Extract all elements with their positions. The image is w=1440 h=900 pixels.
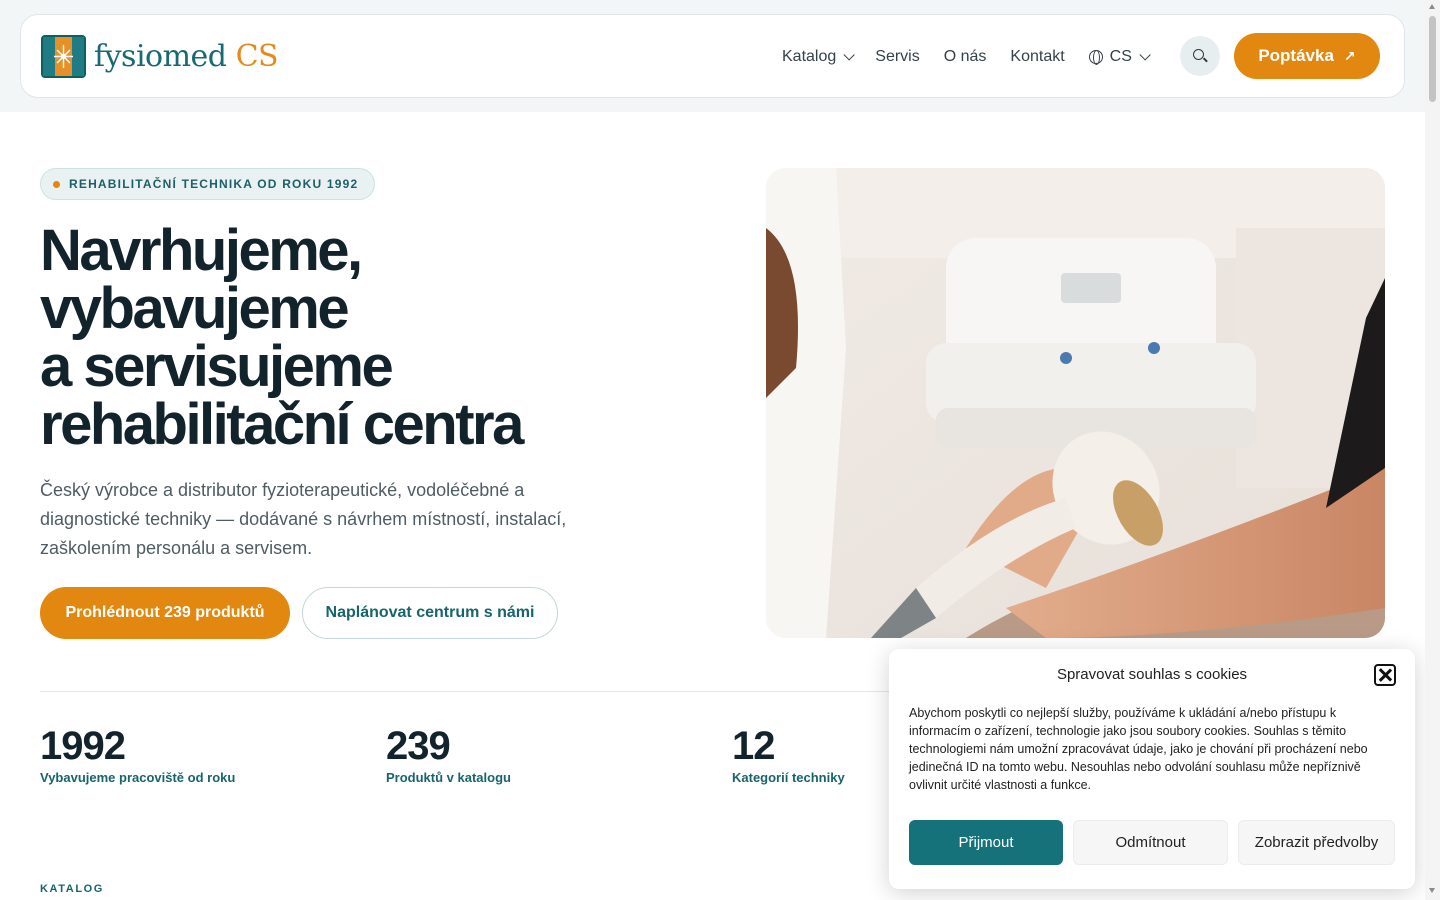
stat-value: 1992	[40, 724, 126, 768]
hero-badge: REHABILITAČNÍ TECHNIKA OD ROKU 1992	[40, 168, 376, 200]
cookie-consent-dialog: Spravovat souhlas s cookies Abychom posk…	[889, 649, 1415, 889]
browse-products-button[interactable]: Prohlédnout 239 produktů	[40, 587, 290, 639]
hero-title-line: a servisujeme	[40, 334, 394, 399]
nav-item-katalog[interactable]: Katalog	[782, 48, 856, 66]
nav-item-label: Servis	[875, 48, 920, 65]
hero-subtitle: Český výrobce a distributor fyzioterapeu…	[40, 480, 567, 558]
hero-title-line: Navrhujeme,	[40, 218, 363, 283]
globe-icon	[1088, 50, 1103, 65]
nav-item-label: Katalog	[782, 48, 837, 65]
stat-year: 1992 Vybavujeme pracoviště od roku	[40, 722, 235, 785]
cookie-deny-button[interactable]: Odmítnout	[1073, 820, 1228, 865]
site-header: fysiomed CS Katalog Servis O nás Kontakt…	[20, 14, 1405, 98]
scroll-down-icon[interactable]	[1429, 888, 1435, 893]
stat-label: Vybavujeme pracoviště od roku	[40, 770, 236, 785]
nav-item-kontakt[interactable]: Kontakt	[1010, 48, 1064, 66]
chevron-down-icon	[843, 49, 856, 61]
section-label-catalog: KATALOG	[40, 883, 104, 895]
stats-divider	[40, 691, 890, 692]
language-label: CS	[1109, 48, 1132, 65]
inquiry-button-label: Poptávka	[1258, 46, 1334, 65]
logo-wordmark: fysiomed CS	[94, 39, 279, 74]
cookie-accept-button[interactable]: Přijmout	[909, 820, 1063, 865]
search-icon-handle	[1203, 57, 1208, 63]
close-icon[interactable]	[1374, 664, 1396, 686]
search-button[interactable]	[1180, 36, 1220, 76]
stat-categories: 12 Kategorií techniky	[732, 722, 845, 785]
page-scrollbar[interactable]	[1425, 0, 1440, 900]
logo[interactable]: fysiomed CS	[41, 35, 279, 78]
cookie-preferences-button[interactable]: Zobrazit předvolby	[1238, 820, 1395, 865]
stat-label: Kategorií techniky	[732, 770, 845, 785]
nav-item-servis[interactable]: Servis	[875, 48, 919, 66]
hero-title: Navrhujeme, vybavujeme a servisujeme reh…	[40, 222, 680, 454]
hero-image	[766, 168, 1385, 638]
logo-suffix: CS	[235, 39, 279, 74]
scrollbar-thumb[interactable]	[1429, 16, 1436, 102]
hero-title-line: vybavujeme	[40, 276, 350, 341]
main-nav: Katalog Servis O nás Kontakt CS	[782, 15, 1171, 99]
hero-title-line: rehabilitační centra	[40, 392, 524, 457]
inquiry-button[interactable]: Poptávka ↗	[1234, 33, 1380, 79]
arrow-up-right-icon: ↗	[1343, 47, 1356, 64]
stat-products: 239 Produktů v katalogu	[386, 722, 511, 785]
scroll-up-icon[interactable]	[1429, 4, 1435, 9]
plan-center-button[interactable]: Naplánovat centrum s námi	[302, 587, 558, 639]
nav-item-label: Kontakt	[1010, 48, 1065, 65]
cookie-text: Abychom poskytli co nejlepší služby, pou…	[909, 706, 1368, 792]
language-switcher[interactable]: CS	[1088, 48, 1151, 66]
logo-name: fysiomed	[94, 39, 227, 74]
stat-value: 12	[732, 724, 775, 768]
nav-item-o-nas[interactable]: O nás	[944, 48, 987, 66]
logo-mark-icon	[41, 35, 86, 78]
cookie-title: Spravovat souhlas s cookies	[1056, 666, 1248, 683]
stat-value: 239	[386, 724, 451, 768]
stat-label: Produktů v katalogu	[386, 770, 511, 785]
nav-item-label: O nás	[943, 48, 987, 65]
chevron-down-icon	[1139, 49, 1151, 61]
